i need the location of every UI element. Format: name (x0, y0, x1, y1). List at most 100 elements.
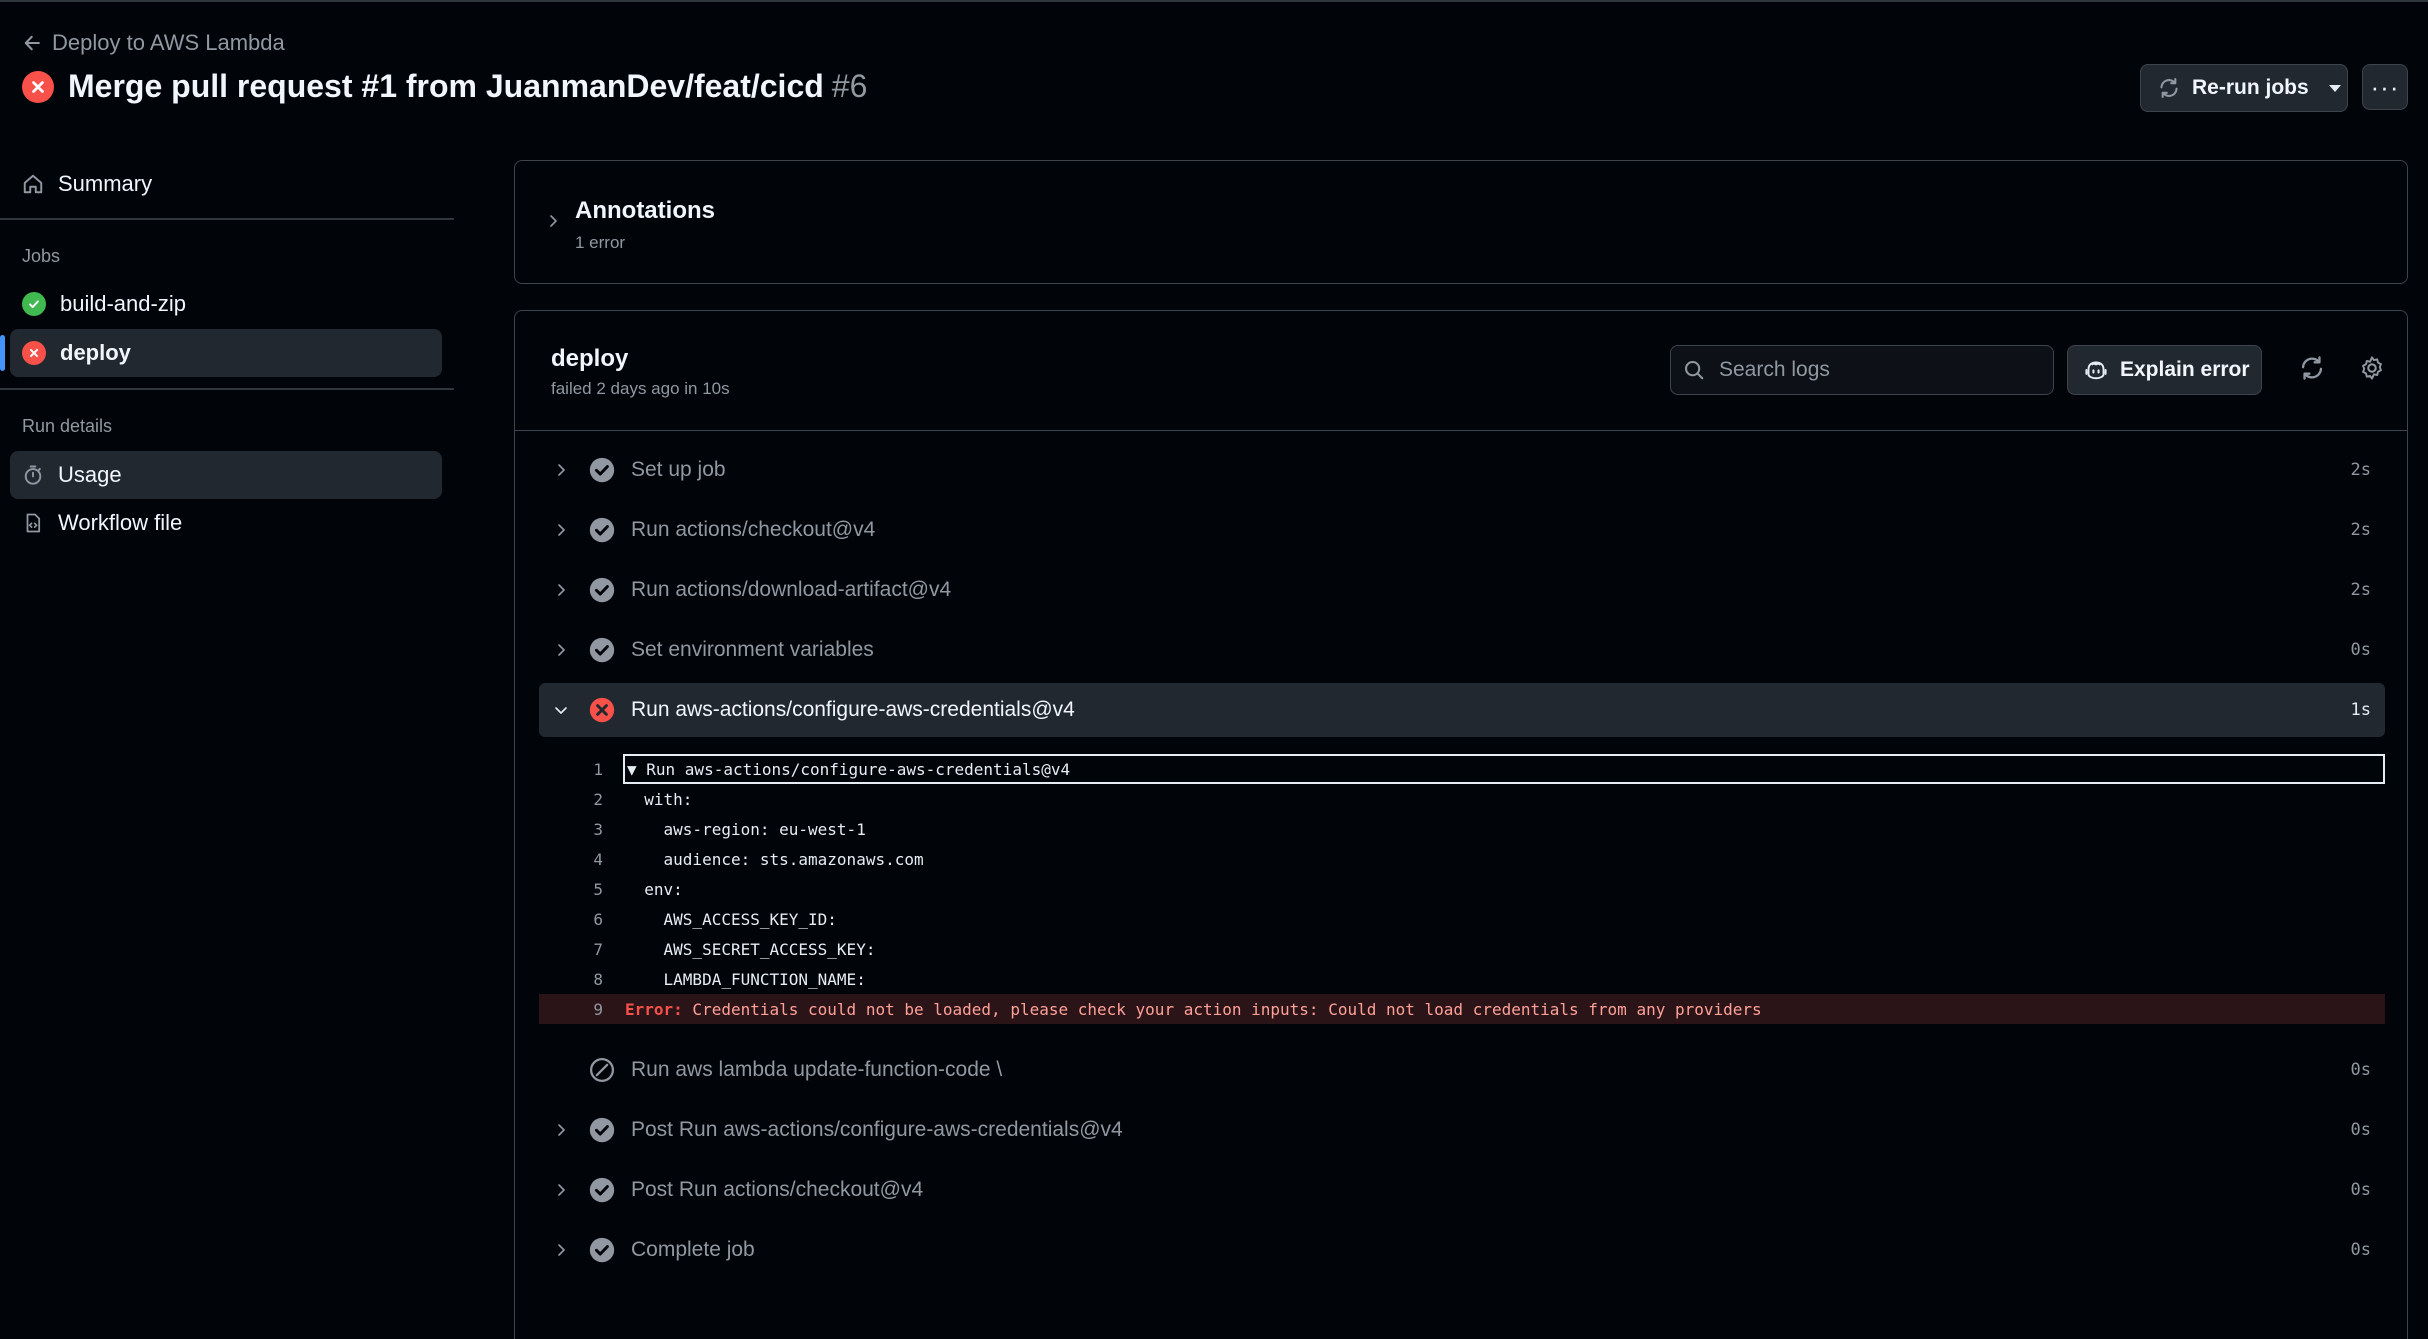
check-circle-icon (589, 577, 615, 603)
log-line-number: 8 (593, 969, 603, 989)
step-duration: 2s (2350, 580, 2371, 600)
gear-icon (2362, 356, 2382, 380)
step-name: Set environment variables (631, 638, 874, 661)
chevron-right-icon (558, 584, 565, 596)
log-line: 2 with: (539, 784, 2385, 814)
log-line-number: 6 (593, 909, 603, 929)
sidebar-divider (0, 218, 454, 220)
more-options-button[interactable]: ··· (2362, 64, 2408, 110)
search-icon (1684, 360, 1704, 380)
sidebar-item-label: build-and-zip (60, 291, 186, 316)
chevron-right-icon (550, 215, 557, 227)
sidebar-item-workflow-file[interactable]: Workflow file (10, 499, 442, 547)
log-line-number: 7 (593, 939, 603, 959)
step-name: Set up job (631, 458, 726, 481)
copilot-icon (2085, 361, 2107, 380)
sidebar-item-label: Workflow file (58, 510, 183, 535)
run-number: #6 (831, 68, 868, 104)
log-settings-button[interactable] (2357, 353, 2387, 383)
jobs-heading: Jobs (22, 246, 61, 266)
log-line-number: 4 (593, 849, 603, 869)
rerun-jobs-button[interactable]: Re-run jobs (2140, 64, 2348, 112)
explain-error-button[interactable]: Explain error (2067, 345, 2262, 395)
check-circle-icon (589, 1237, 615, 1263)
log-error-line: 9 Error: Credentials could not be loaded… (539, 994, 2385, 1024)
sidebar-item-summary[interactable]: Summary (10, 160, 442, 208)
step-duration: 0s (2350, 1240, 2371, 1260)
log-line: 6 AWS_ACCESS_KEY_ID: (539, 904, 2385, 934)
chevron-right-icon (558, 524, 565, 536)
step-complete-job[interactable]: Complete job 0s (539, 1223, 2385, 1277)
chevron-right-icon (558, 1244, 565, 1256)
step-name: Complete job (631, 1238, 755, 1261)
check-circle-icon (589, 457, 615, 483)
check-circle-icon (589, 517, 615, 543)
log-line-text: audience: sts.amazonaws.com (625, 849, 924, 869)
job-log-panel: deploy failed 2 days ago in 10s Explain … (514, 310, 2408, 1339)
job-title: deploy (551, 345, 629, 372)
step-duration: 0s (2350, 1120, 2371, 1140)
step-name: Run actions/checkout@v4 (631, 518, 876, 541)
job-status-text: failed 2 days ago in 10s (551, 379, 730, 398)
explain-error-label: Explain error (2120, 358, 2250, 381)
sidebar-item-usage[interactable]: Usage (10, 451, 442, 499)
chevron-right-icon (558, 1124, 565, 1136)
step-name: Run actions/download-artifact@v4 (631, 578, 952, 601)
log-line-text: LAMBDA_FUNCTION_NAME: (625, 969, 876, 989)
log-line: 4 audience: sts.amazonaws.com (539, 844, 2385, 874)
step-post-configure-aws-credentials[interactable]: Post Run aws-actions/configure-aws-crede… (539, 1103, 2385, 1157)
log-line-number: 5 (593, 879, 603, 899)
step-checkout[interactable]: Run actions/checkout@v4 2s (539, 503, 2385, 557)
page-title-row: Merge pull request #1 from JuanmanDev/fe… (22, 68, 867, 105)
failure-x-icon (22, 341, 46, 365)
sync-icon (2301, 356, 2323, 380)
error-message: Credentials could not be loaded, please … (682, 999, 1762, 1019)
caret-down-icon (2328, 84, 2341, 92)
step-name: Post Run actions/checkout@v4 (631, 1178, 924, 1201)
step-lambda-update: Run aws lambda update-function-code \ 0s (539, 1043, 2385, 1097)
log-line-text: Error: Credentials could not be loaded, … (611, 1000, 1762, 1019)
log-line-text: aws-region: eu-west-1 (625, 819, 866, 839)
log-line-number: 3 (593, 819, 603, 839)
log-line-text: AWS_SECRET_ACCESS_KEY: (625, 939, 886, 959)
step-duration: 0s (2350, 1180, 2371, 1200)
log-line-number: 1 (593, 759, 603, 779)
error-label: Error: (625, 999, 683, 1019)
run-details-heading: Run details (22, 416, 113, 436)
step-download-artifact[interactable]: Run actions/download-artifact@v4 2s (539, 563, 2385, 617)
sidebar-item-label: Summary (58, 171, 153, 196)
chevron-right-icon (558, 1184, 565, 1196)
log-line: 3 aws-region: eu-west-1 (539, 814, 2385, 844)
step-set-up-job[interactable]: Set up job 2s (539, 443, 2385, 497)
success-check-icon (22, 292, 46, 316)
annotations-panel[interactable]: Annotations 1 error (514, 160, 2408, 284)
arrow-left-icon (24, 35, 40, 51)
chevron-right-icon (558, 644, 565, 656)
x-circle-icon (589, 697, 615, 723)
check-circle-icon (589, 1117, 615, 1143)
check-circle-icon (589, 637, 615, 663)
sidebar-item-build-and-zip[interactable]: build-and-zip (10, 280, 442, 328)
rerun-jobs-label: Re-run jobs (2192, 76, 2309, 99)
step-post-checkout[interactable]: Post Run actions/checkout@v4 0s (539, 1163, 2385, 1217)
file-code-icon (26, 513, 41, 533)
search-logs-input[interactable] (1719, 358, 2019, 382)
refresh-logs-button[interactable] (2297, 353, 2327, 383)
step-set-env-vars[interactable]: Set environment variables 0s (539, 623, 2385, 677)
log-line[interactable]: 1 ▼ Run aws-actions/configure-aws-creden… (539, 754, 2385, 784)
back-to-workflow-link[interactable]: Deploy to AWS Lambda (22, 30, 285, 56)
sidebar-item-deploy[interactable]: deploy (0, 329, 442, 377)
search-logs-field[interactable] (1670, 345, 2054, 395)
home-icon (23, 174, 43, 194)
log-line-text: with: (625, 789, 693, 809)
step-duration: 0s (2350, 640, 2371, 660)
skipped-icon (589, 1057, 615, 1083)
step-duration: 1s (2350, 700, 2371, 720)
step-name: Run aws lambda update-function-code \ (631, 1058, 1003, 1081)
annotations-count: 1 error (575, 233, 626, 252)
annotations-title: Annotations (575, 197, 715, 224)
step-name: Run aws-actions/configure-aws-credential… (631, 698, 1075, 721)
log-line: 8 LAMBDA_FUNCTION_NAME: (539, 964, 2385, 994)
step-configure-aws-credentials[interactable]: Run aws-actions/configure-aws-credential… (539, 683, 2385, 737)
log-line: 7 AWS_SECRET_ACCESS_KEY: (539, 934, 2385, 964)
